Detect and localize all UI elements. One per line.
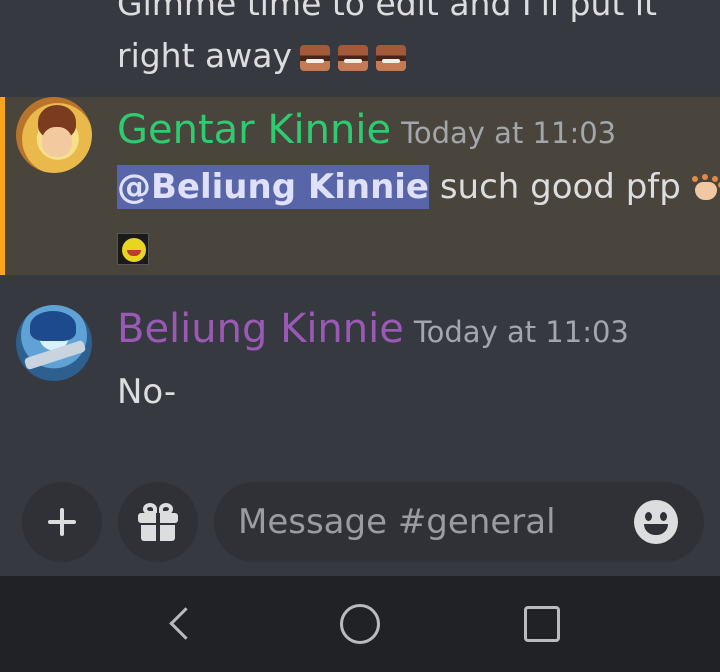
previous-message-line-2: right away [117,30,707,82]
message-text: such good pfp [439,167,681,207]
gift-button[interactable] [118,482,198,562]
emoji-smile-icon[interactable] [634,500,678,544]
timestamp: Today at 11:03 [413,315,629,349]
composer-bar [0,470,720,576]
laughing-face-emoji-icon [338,44,368,71]
message-text: No- [117,372,177,412]
message-input-container[interactable] [214,482,704,562]
previous-message-line-1: Gimme time to edit and I'll put it [117,0,657,23]
message-header: Beliung Kinnie Today at 11:03 [117,306,629,352]
message-gentar[interactable]: Gentar Kinnie Today at 11:03 @Beliung Kin… [0,97,720,275]
username[interactable]: Beliung Kinnie [117,306,404,352]
plus-icon [48,508,76,536]
attach-button[interactable] [22,482,102,562]
android-nav-bar [0,576,720,672]
message-header: Gentar Kinnie Today at 11:03 [117,107,616,153]
message-input[interactable] [238,496,618,548]
message-body: No- [117,372,176,412]
home-icon[interactable] [340,604,380,644]
message-body: @Beliung Kinnie such good pfp [117,165,720,209]
laughing-face-emoji-icon [376,44,406,71]
avatar[interactable] [16,97,92,173]
gift-icon [138,503,178,541]
chat-area: Gimme time to edit and I'll put it right… [0,0,720,470]
back-icon[interactable] [160,604,200,644]
avatar[interactable] [16,305,92,381]
user-mention[interactable]: @Beliung Kinnie [117,165,429,209]
recents-icon[interactable] [522,604,562,644]
custom-emoji-icon [117,233,149,265]
timestamp: Today at 11:03 [401,116,617,150]
message-beliung[interactable]: Beliung Kinnie Today at 11:03 No- [0,288,720,438]
clapping-hand-emoji-icon [689,174,720,204]
laughing-face-emoji-icon [300,44,330,71]
previous-message-text: right away [117,36,292,75]
previous-message: Gimme time to edit and I'll put it right… [117,0,707,82]
username[interactable]: Gentar Kinnie [117,107,391,153]
